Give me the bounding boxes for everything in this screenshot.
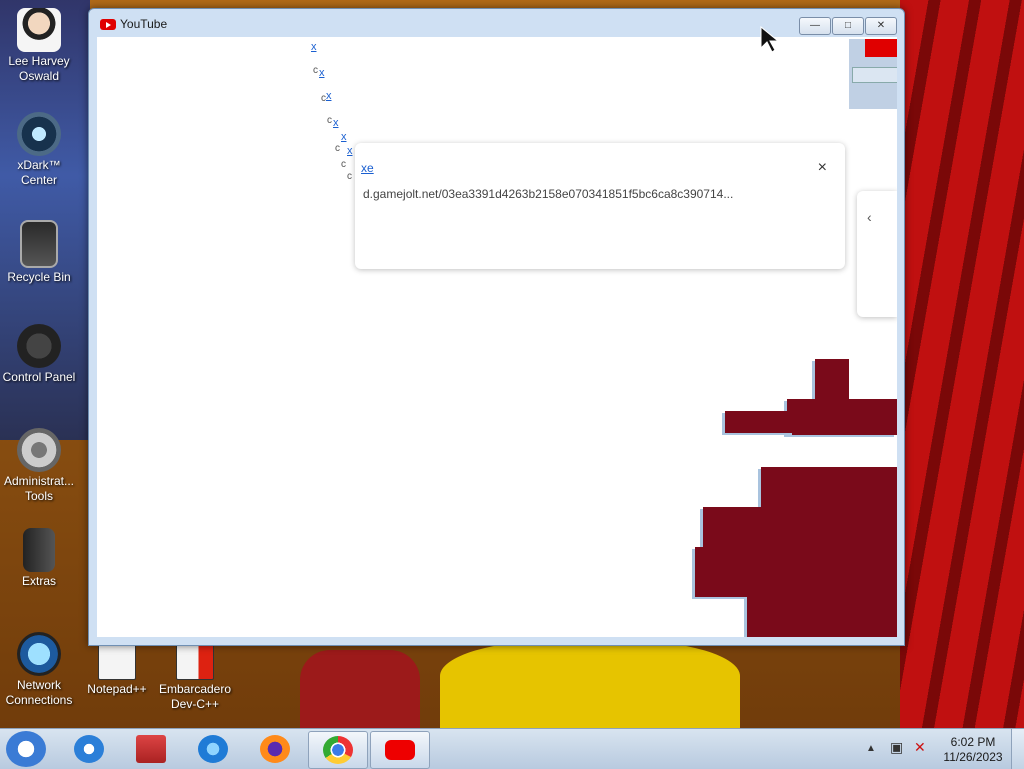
folder-icon [23, 528, 55, 572]
desktop-icon-administrative-tools[interactable]: Administrat... Tools [0, 428, 78, 504]
glitch-artifact [787, 399, 897, 435]
desktop-icon-embarcadero-dev-cpp[interactable]: Embarcadero Dev-C++ [156, 644, 234, 712]
glitched-red-fragment [865, 39, 897, 57]
chrome-icon [323, 736, 353, 764]
wallpaper-yellow-region [440, 640, 740, 730]
window-title: YouTube [120, 17, 168, 31]
glitched-letter: c [313, 65, 318, 76]
glitched-letter: c [347, 171, 352, 182]
desktop-icon-label: Embarcadero Dev-C++ [158, 682, 232, 711]
download-link[interactable]: xe [361, 161, 374, 175]
taskbar-internet-explorer[interactable] [60, 731, 118, 767]
dev-cpp-icon [176, 644, 214, 680]
desktop-icon-xdark-center[interactable]: xDark™ Center [0, 112, 78, 188]
xdark-icon [17, 112, 61, 156]
download-popup: xe d.gamejolt.net/03ea3391d4263b2158e070… [355, 143, 845, 269]
glitched-link[interactable]: x [347, 145, 353, 157]
clock-time: 6:02 PM [950, 735, 996, 749]
page-content: x c x c x c x c x c x c xe d.gamejolt.ne… [97, 37, 897, 637]
glitch-artifact [703, 507, 897, 547]
desktop-icon-label: Control Panel [2, 370, 76, 384]
close-icon[interactable]: × [818, 159, 827, 177]
maximize-button[interactable]: □ [832, 17, 864, 35]
glitch-artifact [761, 467, 897, 507]
wallpaper-red-region [900, 0, 1024, 730]
volume-muted-icon[interactable]: ✕ [914, 739, 926, 756]
glitched-link[interactable]: x [326, 90, 332, 102]
file-manager-icon [136, 735, 166, 763]
taskbar-chrome[interactable] [308, 731, 368, 769]
taskbar-firefox[interactable] [246, 731, 304, 767]
glitched-link[interactable]: x [319, 67, 325, 79]
gears-icon [17, 428, 61, 472]
notepad-icon [98, 644, 136, 680]
glitched-link[interactable]: x [333, 117, 339, 129]
taskbar-file-manager[interactable] [122, 731, 180, 767]
desktop-icon-network-connections[interactable]: Network Connections [0, 632, 78, 708]
desktop-icon-label: Recycle Bin [7, 270, 71, 284]
character-icon [17, 8, 61, 52]
glitch-artifact [725, 411, 795, 433]
glitched-link[interactable]: x [341, 131, 347, 143]
desktop-icon-label: Lee Harvey Oswald [8, 54, 70, 83]
download-url: d.gamejolt.net/03ea3391d4263b2158e070341… [363, 187, 734, 201]
glitched-button-fragment [852, 67, 897, 83]
music-note-icon [198, 735, 228, 763]
glitched-letter: c [341, 159, 346, 170]
glitch-artifact [747, 597, 897, 637]
network-status-icon[interactable]: ▣ [890, 739, 903, 756]
desktop-icon-lee-harvey-oswald[interactable]: Lee Harvey Oswald [0, 8, 78, 84]
wallpaper-figure [300, 650, 420, 730]
youtube-window: YouTube — □ ✕ x c x c x c x c x c x c xe… [88, 8, 905, 646]
chevron-up-icon[interactable]: ▲ [866, 743, 876, 754]
glitched-link[interactable]: x [311, 41, 317, 53]
recycle-bin-icon [20, 220, 58, 268]
show-desktop-button[interactable] [1011, 729, 1024, 769]
taskbar-itunes[interactable] [184, 731, 242, 767]
chevron-left-icon[interactable]: ‹ [867, 209, 872, 225]
desktop-icon-label: Administrat... Tools [3, 474, 75, 503]
network-icon [17, 632, 61, 676]
side-popup-fragment: ‹ [857, 191, 897, 317]
youtube-icon [100, 19, 116, 30]
clock-date: 11/26/2023 [943, 750, 1003, 764]
desktop-icon-label: Network Connections [5, 678, 73, 707]
minimize-button[interactable]: — [799, 17, 831, 35]
desktop-icon-recycle-bin[interactable]: Recycle Bin [0, 220, 78, 285]
glitch-artifact [815, 359, 849, 399]
taskbar-youtube[interactable] [370, 731, 430, 769]
glitched-letter: c [335, 143, 340, 154]
youtube-icon [385, 740, 415, 760]
desktop-icon-label: Extras [21, 574, 56, 588]
desktop-icon-label: Notepad++ [87, 682, 147, 696]
close-button[interactable]: ✕ [865, 17, 897, 35]
glitched-letter: c [327, 115, 332, 126]
firefox-icon [260, 735, 290, 763]
internet-explorer-icon [74, 735, 104, 763]
desktop-icon-notepad-plus-plus[interactable]: Notepad++ [78, 644, 156, 697]
control-panel-icon [17, 324, 61, 368]
start-button[interactable] [6, 731, 46, 767]
mouse-cursor-icon [760, 26, 780, 53]
desktop-icon-label: xDark™ Center [17, 158, 61, 187]
desktop-icon-control-panel[interactable]: Control Panel [0, 324, 78, 385]
taskbar: ▲ ▣ ✕ 6:02 PM 11/26/2023 [0, 728, 1024, 769]
clock[interactable]: 6:02 PM 11/26/2023 [940, 735, 1006, 765]
glitch-artifact [695, 547, 897, 597]
desktop-icon-extras[interactable]: Extras [0, 528, 78, 589]
